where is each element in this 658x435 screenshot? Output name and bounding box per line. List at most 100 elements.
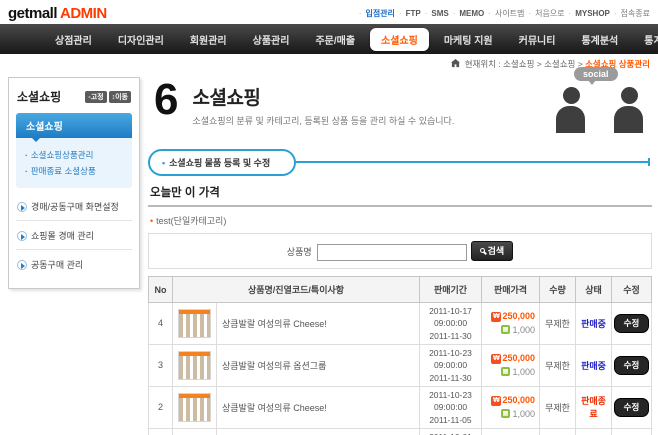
arrow-circle-icon xyxy=(17,260,27,270)
point-value: 1,000 xyxy=(512,409,535,419)
move-badge[interactable]: ↕이동 xyxy=(109,91,131,103)
point-value: 1,000 xyxy=(512,367,535,377)
edit-button[interactable]: 수정 xyxy=(614,314,650,333)
utility-link[interactable]: 입점관리 xyxy=(355,8,395,19)
status-badge: 판매중 xyxy=(581,361,606,371)
logo: getmallADMIN xyxy=(8,5,107,22)
sale-price: ₩250,000 1,000 xyxy=(482,303,540,345)
utility-link[interactable]: MYSHOP xyxy=(565,9,610,18)
nav-item[interactable]: 마케팅 지원 xyxy=(431,28,506,51)
product-name: 상큼발랄 여성의류 Cheese! xyxy=(217,303,420,345)
table-row: 2 상큼발랄 여성의류 Cheese! 2011-10-23 09:00:00 … xyxy=(149,386,652,428)
status-badge: 판매중 xyxy=(581,319,606,329)
column-header-name: 상품명/진열코드/특이사항 xyxy=(173,277,420,303)
quantity: 무제한 xyxy=(540,303,576,345)
sale-price: ₩250,000 1,000 xyxy=(482,344,540,386)
sidebar-menu: 경매/공동구매 화면설정 쇼핑몰 경매 관리 공동구매 관리 xyxy=(16,192,132,278)
utility-link[interactable]: SMS xyxy=(421,9,449,18)
logo-getmall: getmall xyxy=(8,5,57,22)
point-icon xyxy=(501,367,510,376)
point-icon xyxy=(501,325,510,334)
breadcrumb-label: 현재위치 : xyxy=(465,59,501,69)
sale-period: 2011-10-23 09:00:00 2011-11-30 xyxy=(420,344,482,386)
sidebar-menu-item[interactable]: 쇼핑몰 경매 관리 xyxy=(16,221,132,250)
person-left-icon xyxy=(556,87,586,133)
product-thumbnail xyxy=(178,393,211,422)
utility-link[interactable]: FTP xyxy=(395,9,421,18)
row-number: 2 xyxy=(149,386,173,428)
sidebar-submenu-item[interactable]: 소셜쇼핑상품관리 xyxy=(25,147,123,163)
product-thumbnail xyxy=(178,309,211,338)
products-table: No 상품명/진열코드/특이사항 판매기간 판매가격 수량 상태 수정 4 상큼… xyxy=(148,276,652,435)
currency-icon: ₩ xyxy=(491,396,501,406)
speech-bubble: social xyxy=(574,67,618,81)
section-tab[interactable]: 소셜쇼핑 물품 등록 및 수정 xyxy=(148,149,296,176)
column-header-period: 판매기간 xyxy=(420,277,482,303)
edit-button[interactable]: 수정 xyxy=(614,356,650,375)
search-icon xyxy=(480,248,485,253)
column-header-no: No xyxy=(149,277,173,303)
nav-item[interactable]: 통계분석 xyxy=(568,28,631,51)
nav-item[interactable]: 통계분석 xyxy=(631,28,658,51)
sale-price: ₩250,000 1,000 xyxy=(482,428,540,435)
sidebar-active-menu[interactable]: 소셜쇼핑 xyxy=(16,113,132,138)
page-description: 소셜쇼핑의 분류 및 카테고리, 등록된 상품 등을 관리 하실 수 있습니다. xyxy=(192,114,454,127)
sidebar-submenu: 소셜쇼핑상품관리 판매종료 소셜상품 xyxy=(16,138,132,188)
nav-item[interactable]: 주문/매출 xyxy=(302,28,368,51)
table-row: 3 상큼발랄 여성의류 옵션그룹 2011-10-23 09:00:00 201… xyxy=(149,344,652,386)
sale-period: 2011-10-17 09:00:00 2011-11-30 xyxy=(420,303,482,345)
arrow-circle-icon xyxy=(17,202,27,212)
thumbnail-cell xyxy=(173,344,217,386)
currency-icon: ₩ xyxy=(491,354,501,364)
sidebar-menu-item[interactable]: 공동구매 관리 xyxy=(16,250,132,278)
main-content: 6 소셜쇼핑 소셜쇼핑의 분류 및 카테고리, 등록된 상품 등을 관리 하실 … xyxy=(140,75,656,435)
sidebar-submenu-item[interactable]: 판매종료 소셜상품 xyxy=(25,163,123,179)
logo-admin: ADMIN xyxy=(60,5,107,22)
utility-link[interactable]: 처음으로 xyxy=(524,8,564,19)
column-header-qty: 수량 xyxy=(540,277,576,303)
home-icon xyxy=(451,59,460,68)
utility-link[interactable]: MEMO xyxy=(449,9,485,18)
sidebar-menu-item[interactable]: 경매/공동구매 화면설정 xyxy=(16,192,132,221)
product-name: 상큼발랄 여성의류 옵션그룹 xyxy=(217,344,420,386)
status-badge: 판매종료 xyxy=(581,396,606,419)
nav-item[interactable]: 커뮤니티 xyxy=(506,28,569,51)
quantity: 무제한 xyxy=(540,386,576,428)
social-illustration: social xyxy=(550,67,646,133)
sale-period: 2011-10-23 09:00:00 2011-11-05 xyxy=(420,386,482,428)
nav-item[interactable]: 상품관리 xyxy=(240,28,303,51)
point-icon xyxy=(501,409,510,418)
page-number: 6 xyxy=(154,79,178,139)
utility-link[interactable]: 사이트맵 xyxy=(484,8,524,19)
product-thumbnail xyxy=(178,351,211,380)
product-name: 상큼발랄 여성의류 Cheese! xyxy=(217,428,420,435)
sidebar: 소셜쇼핑 -고정 ↕이동 소셜쇼핑 소셜쇼핑상품관리 판매종료 소셜상품 경매/… xyxy=(8,77,140,289)
price-value: 250,000 xyxy=(502,353,535,363)
price-value: 250,000 xyxy=(502,311,535,321)
thumbnail-cell xyxy=(173,428,217,435)
thumbnail-cell xyxy=(173,303,217,345)
search-label: 상품명 xyxy=(287,247,312,257)
table-header-row: No 상품명/진열코드/특이사항 판매기간 판매가격 수량 상태 수정 xyxy=(149,277,652,303)
edit-button[interactable]: 수정 xyxy=(614,398,650,417)
nav-item[interactable]: 상점관리 xyxy=(42,28,105,51)
nav-item[interactable]: 디자인관리 xyxy=(105,28,177,51)
app-header: getmallADMIN 입점관리 FTP SMS MEMO 사이트맵 처음으로… xyxy=(0,0,658,24)
category-note: test(단일카테고리) xyxy=(150,214,652,227)
nav-item[interactable]: 회원관리 xyxy=(177,28,240,51)
thumbnail-cell xyxy=(173,386,217,428)
page-title: 소셜쇼핑 xyxy=(192,83,454,110)
utility-link[interactable]: 접속종료 xyxy=(610,8,650,19)
row-number: 3 xyxy=(149,344,173,386)
nav-item[interactable]: 소셜쇼핑 xyxy=(370,28,429,51)
column-header-price: 판매가격 xyxy=(482,277,540,303)
quantity: 무제한 xyxy=(540,344,576,386)
search-input[interactable] xyxy=(317,244,467,261)
column-header-status: 상태 xyxy=(576,277,612,303)
row-number: 4 xyxy=(149,303,173,345)
pin-badge[interactable]: -고정 xyxy=(85,91,106,103)
search-button[interactable]: 검색 xyxy=(471,241,514,261)
utility-links: 입점관리 FTP SMS MEMO 사이트맵 처음으로 MYSHOP 접속종료 xyxy=(355,8,650,19)
person-right-icon xyxy=(614,87,644,133)
table-row: 1 상큼발랄 여성의류 Cheese! 2011-10-01 09:00:00 … xyxy=(149,428,652,435)
